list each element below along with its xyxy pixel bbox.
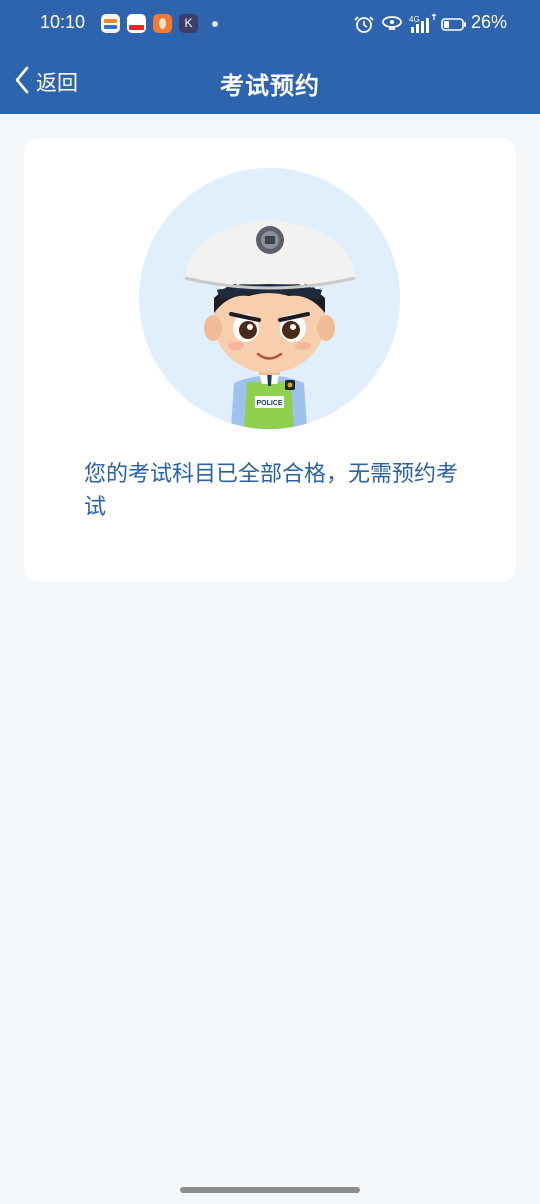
police-officer-illustration: POLICE [184, 220, 356, 429]
status-time: 10:10 [40, 12, 86, 32]
more-notifications-dot [212, 21, 218, 27]
notification-app-icon [127, 14, 146, 33]
app-header: 10:10 K 4G 26% 返回 考试预约 [0, 0, 540, 114]
home-indicator[interactable] [180, 1187, 360, 1193]
status-bar: 10:10 K 4G 26% [0, 0, 540, 48]
battery-icon [441, 14, 467, 34]
notification-app-icon [101, 14, 120, 33]
navigation-bar: 返回 考试预约 [0, 52, 540, 112]
battery-percent: 26% [471, 12, 508, 32]
page-title: 考试预约 [220, 72, 320, 100]
signal-icon: 4G [409, 14, 439, 34]
exam-status-card: POLICE 您的考试科目已全部合格，无需预约考试 [24, 138, 516, 582]
hotspot-icon [381, 14, 403, 34]
network-type-label: 4G [409, 15, 420, 24]
notification-app-icon [153, 14, 172, 33]
police-badge-label: POLICE [256, 400, 282, 407]
police-officer-avatar: POLICE [139, 168, 400, 429]
exam-status-message: 您的考试科目已全部合格，无需预约考试 [84, 462, 459, 520]
notification-app-k-icon: K [179, 14, 198, 33]
alarm-icon [352, 14, 376, 34]
